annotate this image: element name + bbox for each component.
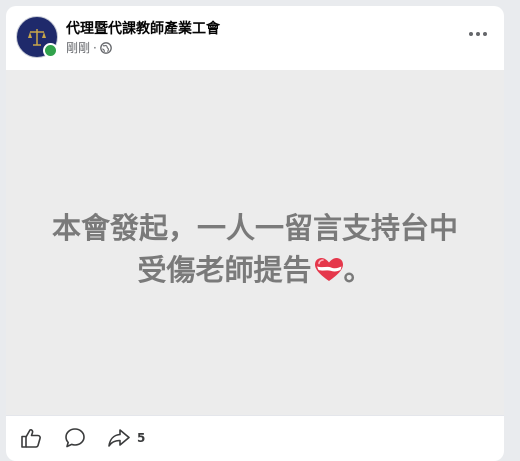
thumbs-up-icon bbox=[21, 429, 41, 448]
globe-icon[interactable] bbox=[99, 41, 112, 54]
post-image[interactable]: 本會發起，一人一留言支持台中 受傷老師提告 。 bbox=[6, 70, 504, 415]
post-text-line-2: 受傷老師提告 。 bbox=[35, 249, 475, 291]
heart-ribbon-icon bbox=[314, 252, 344, 281]
post-timestamp[interactable]: 剛剛 bbox=[66, 39, 90, 56]
share-arrow-icon bbox=[108, 429, 130, 447]
post-text-line-2-text: 受傷老師提告 bbox=[137, 252, 312, 287]
comment-button[interactable] bbox=[64, 427, 86, 449]
online-status-dot bbox=[43, 43, 58, 58]
meta-separator: · bbox=[93, 40, 97, 55]
like-button[interactable] bbox=[20, 427, 42, 449]
more-options-button[interactable] bbox=[466, 24, 490, 44]
post-text: 本會發起，一人一留言支持台中 受傷老師提告 。 bbox=[35, 207, 475, 291]
post-header: 代理暨代課教師產業工會 剛剛 · bbox=[6, 6, 504, 70]
comment-icon bbox=[65, 428, 85, 448]
post-text-line-1: 本會發起，一人一留言支持台中 bbox=[51, 210, 458, 245]
share-count: 5 bbox=[137, 431, 146, 445]
post-card: 代理暨代課教師產業工會 剛剛 · 本會發起，一人一留言支持台中 受傷老師提告 。… bbox=[6, 6, 504, 461]
action-bar: 5 bbox=[6, 415, 504, 461]
page-name-link[interactable]: 代理暨代課教師產業工會 bbox=[66, 18, 220, 38]
post-meta: 剛剛 · bbox=[66, 39, 112, 56]
more-horizontal-icon bbox=[469, 32, 487, 36]
avatar[interactable] bbox=[16, 16, 58, 58]
share-button[interactable]: 5 bbox=[107, 427, 145, 449]
post-text-end: 。 bbox=[343, 252, 373, 287]
